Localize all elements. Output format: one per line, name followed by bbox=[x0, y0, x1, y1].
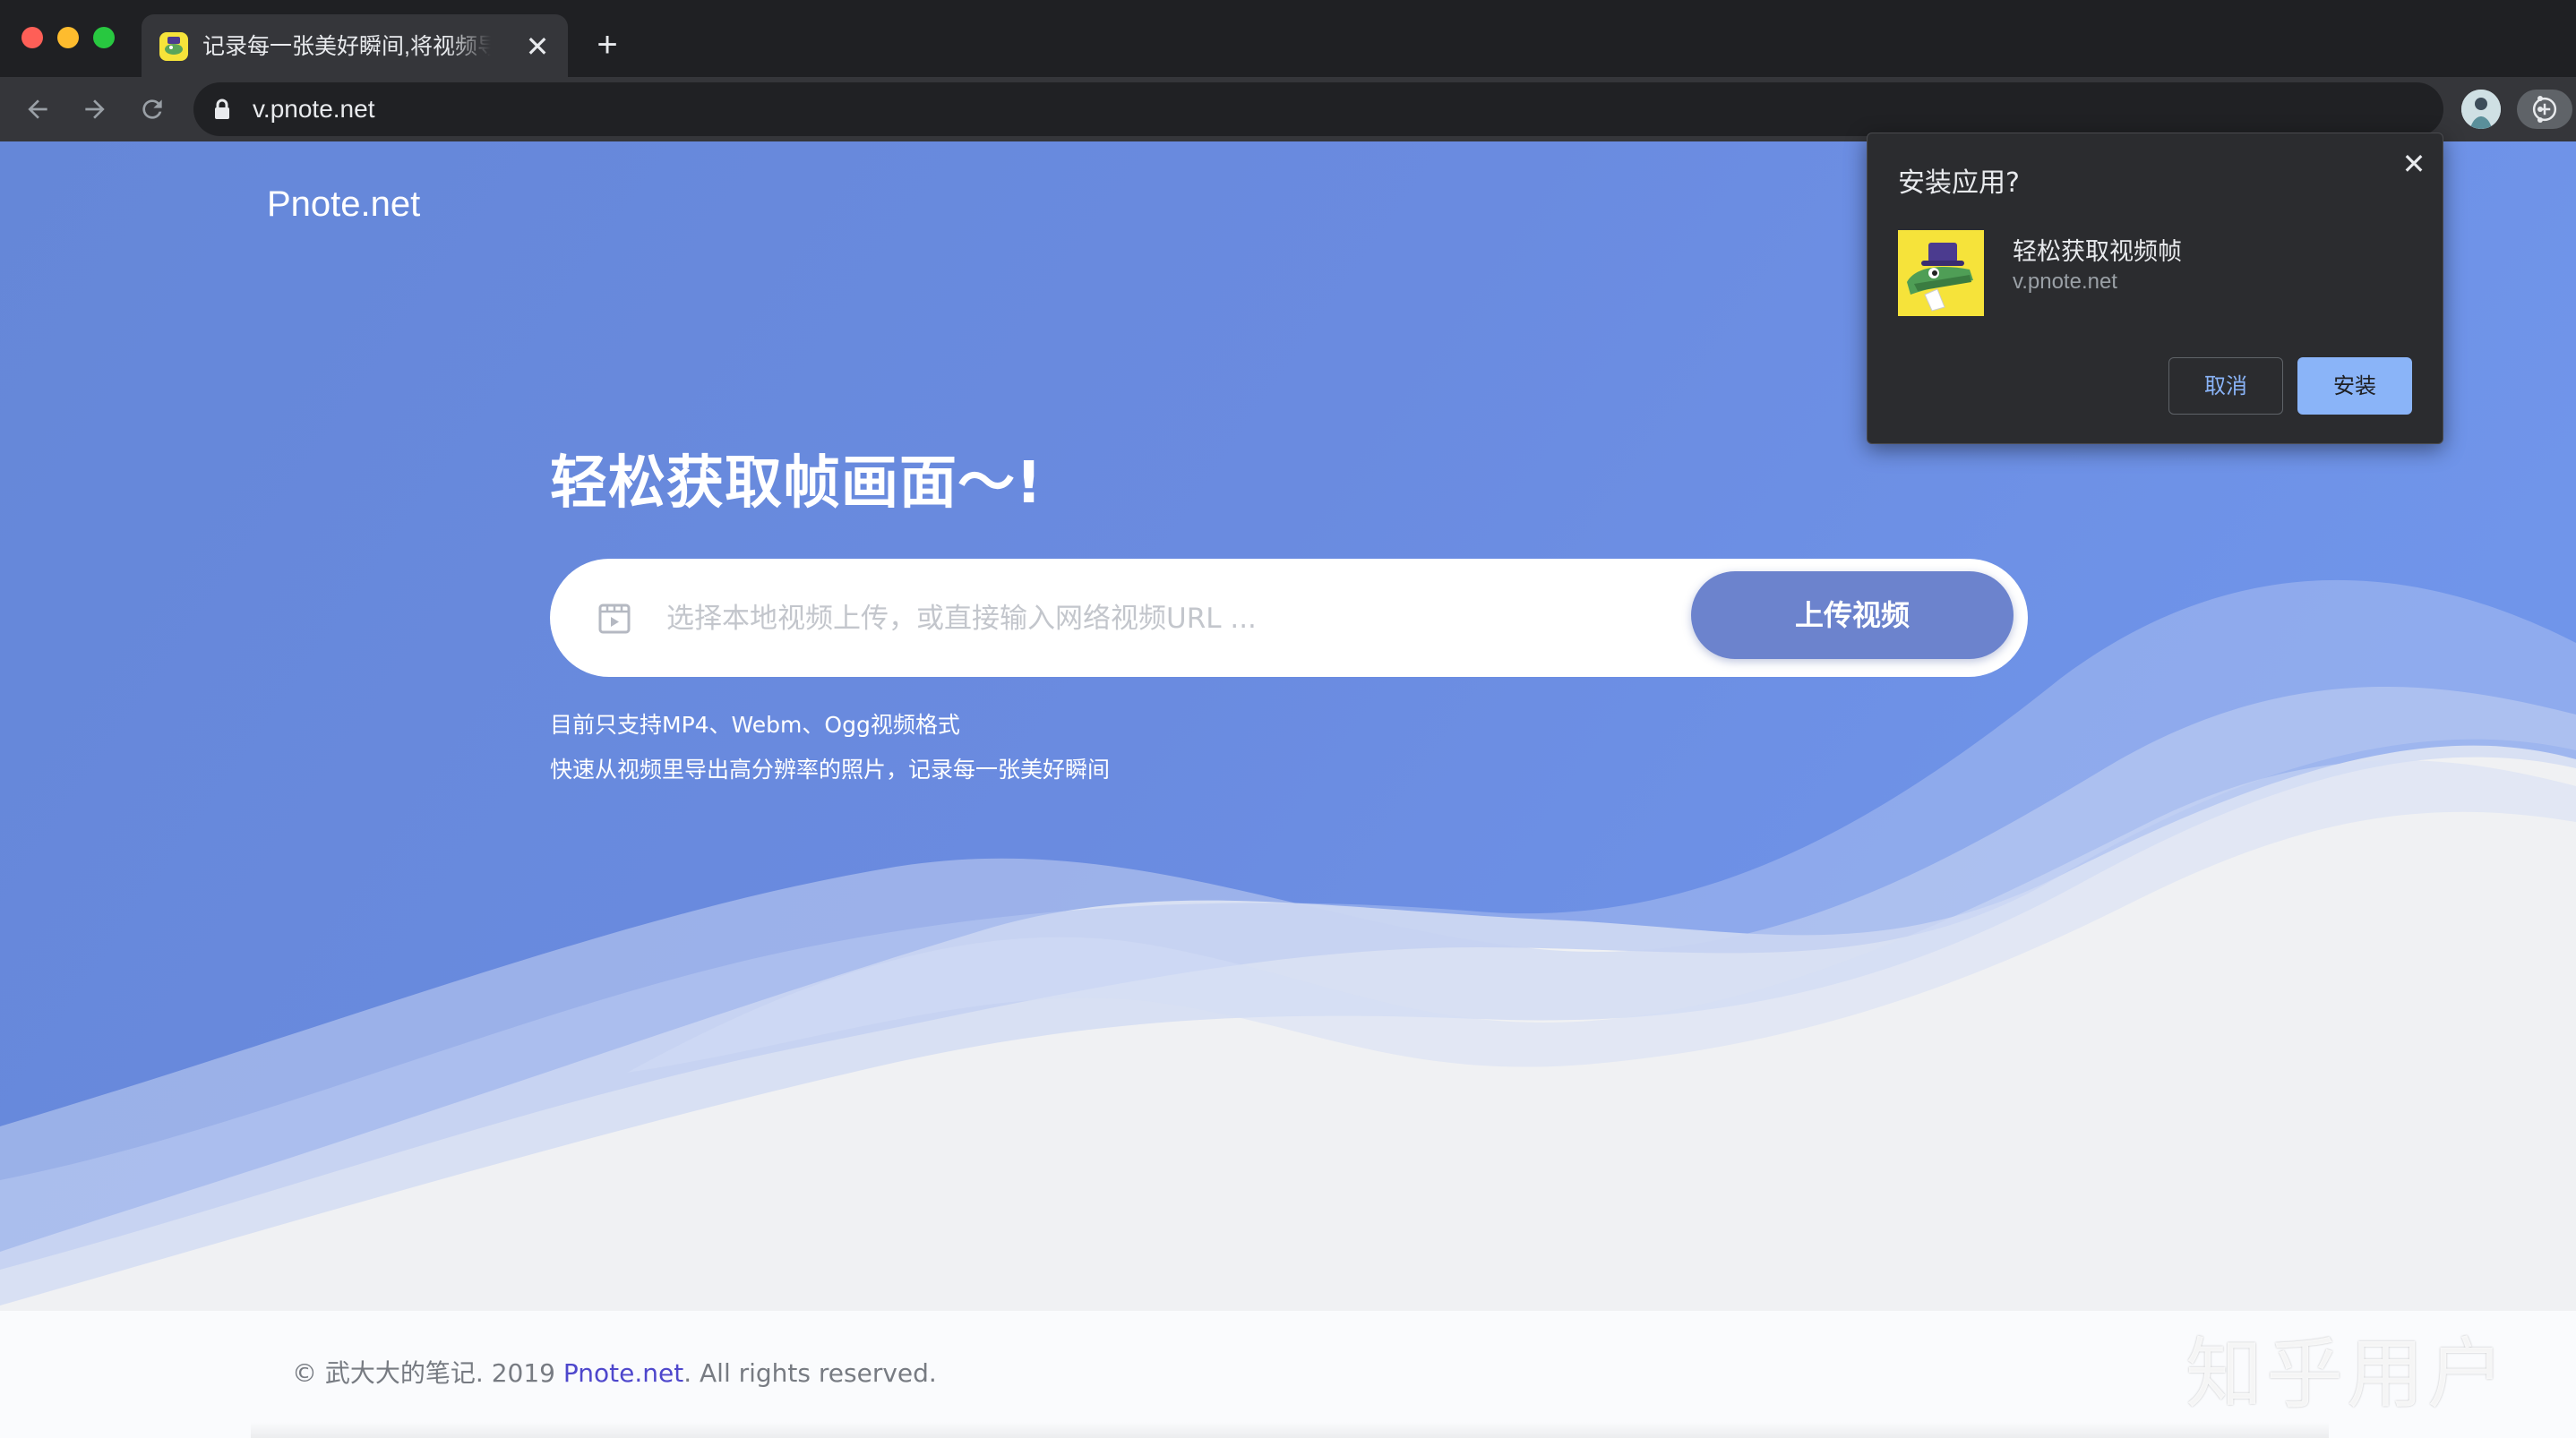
reload-icon[interactable] bbox=[134, 91, 170, 127]
window-minimize-button[interactable] bbox=[57, 27, 79, 48]
site-favicon-icon bbox=[159, 32, 188, 61]
lock-icon[interactable] bbox=[213, 98, 231, 120]
footer-copyright-suffix: . All rights reserved. bbox=[683, 1358, 937, 1388]
site-description-note: 快速从视频里导出高分辨率的照片，记录每一张美好瞬间 bbox=[550, 757, 1111, 783]
page-footer: © 武大大的笔记. 2019 Pnote.net. All rights res… bbox=[0, 1311, 2576, 1438]
kebab-menu-icon[interactable] bbox=[2522, 90, 2558, 129]
footer-site-link[interactable]: Pnote.net bbox=[563, 1358, 683, 1388]
url-text[interactable]: v.pnote.net bbox=[253, 91, 374, 127]
tab-title: 记录每一张美好瞬间,将视频导出高分辨率的照片 bbox=[202, 34, 491, 59]
cancel-button[interactable]: 取消 bbox=[2168, 357, 2283, 415]
footer-copyright-prefix: © 武大大的笔记. 2019 bbox=[292, 1358, 563, 1388]
close-icon[interactable]: ✕ bbox=[2398, 148, 2430, 180]
window-close-button[interactable] bbox=[21, 27, 43, 48]
footer-divider-shadow bbox=[251, 1422, 2329, 1438]
app-name: 轻松获取视频帧 bbox=[2013, 238, 2182, 266]
app-origin: v.pnote.net bbox=[2013, 270, 2117, 294]
upload-video-button[interactable]: 上传视频 bbox=[1691, 571, 2014, 659]
new-tab-button[interactable]: + bbox=[588, 25, 627, 64]
install-button[interactable]: 安装 bbox=[2297, 357, 2412, 415]
video-url-input[interactable] bbox=[665, 591, 1653, 646]
profile-avatar[interactable] bbox=[2461, 90, 2501, 129]
dialog-title: 安装应用? bbox=[1898, 167, 2020, 199]
window-zoom-button[interactable] bbox=[93, 27, 115, 48]
zhihu-watermark: 知乎用户 bbox=[2185, 1330, 2508, 1419]
install-app-dialog: 安装应用? ✕ 轻松获取视频帧 v.pnote.net 取消 安装 bbox=[1867, 133, 2443, 444]
back-arrow-icon[interactable] bbox=[20, 91, 56, 127]
upload-search-bar: 上传视频 bbox=[550, 559, 2028, 677]
app-logo-icon bbox=[1898, 230, 1984, 316]
browser-tab-active[interactable]: 记录每一张美好瞬间,将视频导出高分辨率的照片 ✕ bbox=[142, 14, 568, 77]
forward-arrow-icon[interactable] bbox=[77, 91, 113, 127]
supported-formats-note: 目前只支持MP4、Webm、Ogg视频格式 bbox=[550, 712, 960, 738]
hero-headline: 轻松获取帧画面～! bbox=[550, 450, 1043, 517]
tab-close-icon[interactable]: ✕ bbox=[521, 30, 554, 63]
site-brand[interactable]: Pnote.net bbox=[267, 184, 420, 225]
footer-copyright: © 武大大的笔记. 2019 Pnote.net. All rights res… bbox=[292, 1354, 937, 1390]
browser-tab-strip: 记录每一张美好瞬间,将视频导出高分辨率的照片 ✕ + bbox=[0, 0, 2576, 77]
address-bar[interactable]: v.pnote.net bbox=[193, 82, 2572, 136]
video-file-icon[interactable] bbox=[597, 600, 632, 636]
